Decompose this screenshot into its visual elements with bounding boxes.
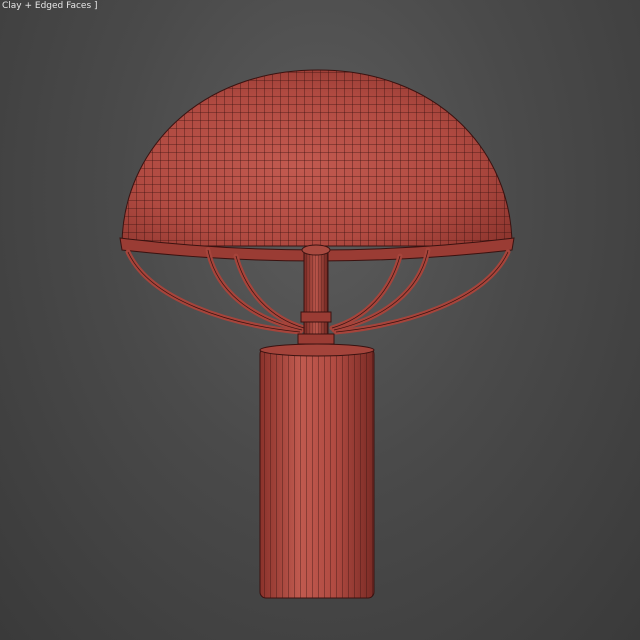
3d-viewport[interactable]: Clay + Edged Faces ] [0,0,640,640]
lamp-base-cylinder[interactable] [259,343,375,599]
lamp-shade-dome[interactable] [110,60,530,262]
lamp-model[interactable] [0,0,640,640]
viewport-shading-label[interactable]: Clay + Edged Faces ] [0,0,100,12]
